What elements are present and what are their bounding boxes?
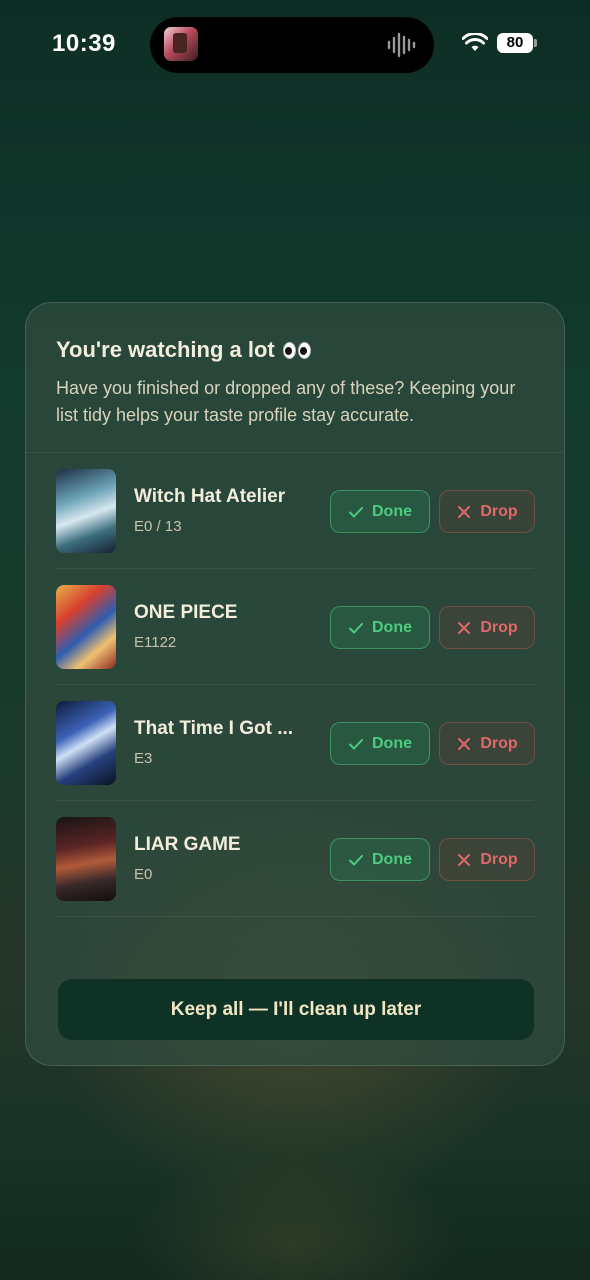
drop-button[interactable]: Drop — [439, 606, 535, 649]
keep-all-button[interactable]: Keep all — I'll clean up later — [58, 979, 534, 1040]
drop-button[interactable]: Drop — [439, 722, 535, 765]
close-icon — [458, 853, 471, 866]
list-item: That Time I Got ... E3 Done Drop — [56, 685, 535, 801]
poster-image — [56, 700, 116, 785]
list-item: Witch Hat Atelier E0 / 13 Done Drop — [56, 453, 535, 569]
item-info: That Time I Got ... E3 — [134, 718, 311, 767]
list-item: LIAR GAME E0 Done Drop — [56, 801, 535, 917]
poster-image — [56, 468, 116, 553]
item-info: LIAR GAME E0 — [134, 834, 311, 883]
item-title: ONE PIECE — [134, 602, 238, 623]
modal-title: You're watching a lot — [56, 337, 534, 363]
done-label: Done — [372, 734, 412, 752]
check-icon — [349, 854, 363, 865]
item-episode: E3 — [134, 750, 153, 767]
done-label: Done — [372, 502, 412, 520]
item-episode: E1122 — [134, 634, 177, 651]
drop-button[interactable]: Drop — [439, 490, 535, 533]
list-item: ONE PIECE E1122 Done Drop — [56, 569, 535, 685]
done-label: Done — [372, 618, 412, 636]
close-icon — [458, 737, 471, 750]
item-episode: E0 / 13 — [134, 518, 182, 535]
drop-button[interactable]: Drop — [439, 838, 535, 881]
eye-left — [282, 341, 296, 359]
battery-tip — [534, 39, 537, 47]
drop-label: Drop — [480, 734, 518, 752]
item-episode: E0 — [134, 866, 153, 883]
modal-title-text: You're watching a lot — [56, 337, 275, 362]
check-icon — [349, 738, 363, 749]
status-time: 10:39 — [52, 30, 116, 57]
status-bar: 10:39 80 — [0, 0, 590, 90]
done-button[interactable]: Done — [330, 606, 430, 649]
item-title: That Time I Got ... — [134, 718, 294, 739]
done-button[interactable]: Done — [330, 490, 430, 533]
close-icon — [458, 621, 471, 634]
item-info: Witch Hat Atelier E0 / 13 — [134, 486, 311, 535]
dynamic-island[interactable] — [150, 17, 434, 73]
watching-list-modal: You're watching a lot Have you finished … — [25, 302, 565, 1066]
poster-image — [56, 584, 116, 669]
done-button[interactable]: Done — [330, 838, 430, 881]
close-icon — [458, 505, 471, 518]
battery-indicator: 80 — [497, 33, 533, 53]
check-icon — [349, 622, 363, 633]
done-button[interactable]: Done — [330, 722, 430, 765]
anime-list: Witch Hat Atelier E0 / 13 Done Drop ONE … — [56, 453, 535, 917]
modal-description: Have you finished or dropped any of thes… — [56, 378, 516, 425]
poster-image — [56, 816, 116, 901]
eyes-icon — [282, 341, 311, 359]
modal-header: You're watching a lot Have you finished … — [26, 303, 564, 453]
eye-right — [297, 341, 311, 359]
item-title: Witch Hat Atelier — [134, 486, 286, 507]
now-playing-artwork — [164, 27, 198, 61]
item-info: ONE PIECE E1122 — [134, 602, 311, 651]
wifi-icon — [462, 33, 488, 51]
check-icon — [349, 506, 363, 517]
audio-waveform-icon — [387, 32, 416, 58]
item-title: LIAR GAME — [134, 834, 241, 855]
drop-label: Drop — [480, 502, 518, 520]
drop-label: Drop — [480, 850, 518, 868]
done-label: Done — [372, 850, 412, 868]
drop-label: Drop — [480, 618, 518, 636]
